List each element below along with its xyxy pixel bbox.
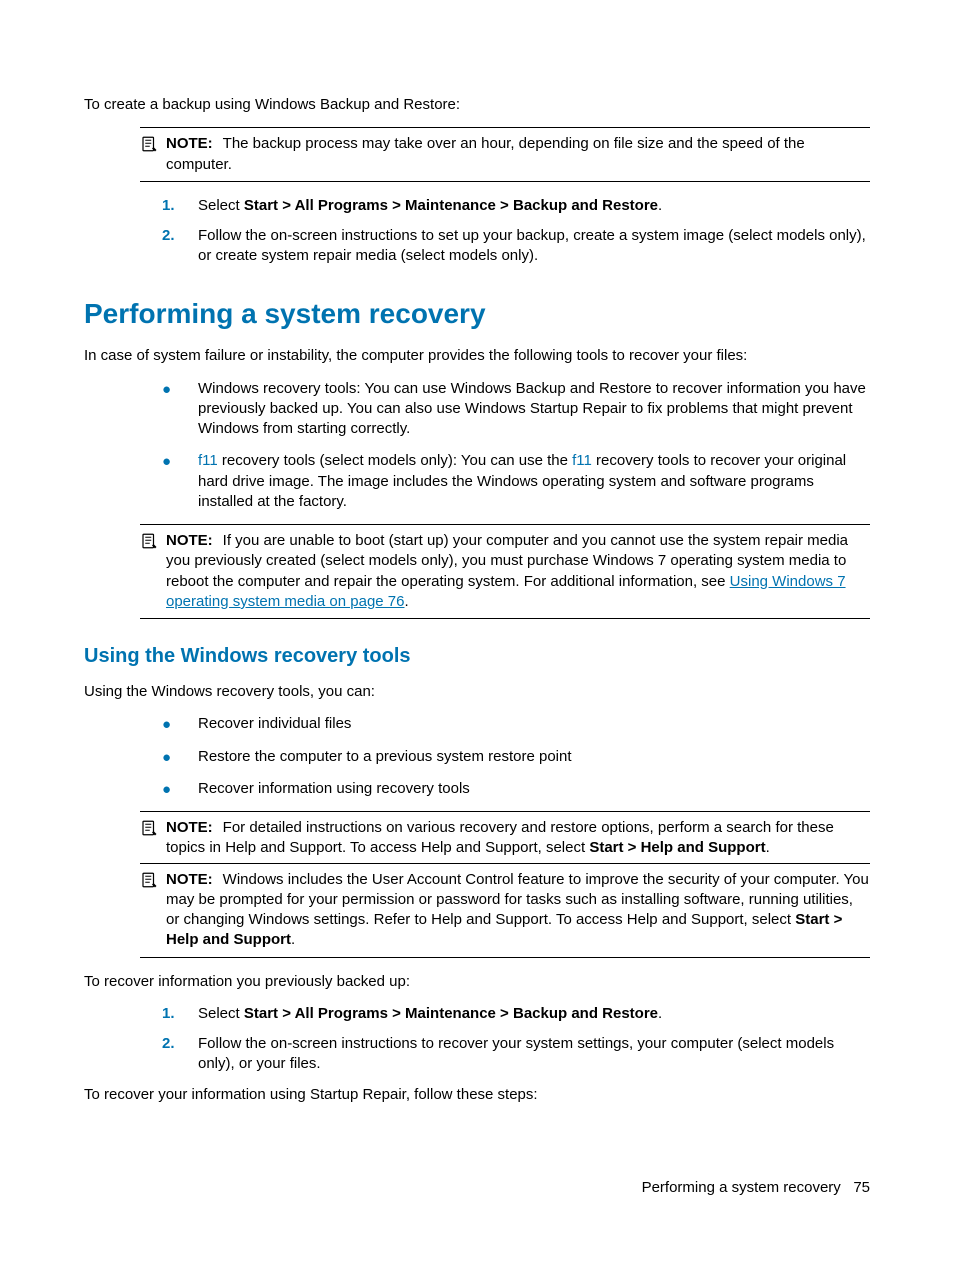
note-text: The backup process may take over an hour… — [166, 135, 805, 172]
text: Select — [198, 197, 244, 214]
bullet-list-2: ● Recover individual files ● Restore the… — [162, 714, 870, 799]
list-item: ● Recover information using recovery too… — [162, 779, 870, 799]
body-text: To recover information you previously ba… — [84, 972, 870, 992]
bullet-icon: ● — [162, 379, 198, 440]
text: Select — [198, 1005, 244, 1022]
list-text: Recover individual files — [198, 714, 870, 734]
steps-list-2: 1. Select Start > All Programs > Mainten… — [162, 1004, 870, 1075]
step-item: 2. Follow the on-screen instructions to … — [162, 226, 870, 267]
list-item: ● Recover individual files — [162, 714, 870, 734]
key-label: f11 — [198, 452, 218, 469]
step-item: 1. Select Start > All Programs > Mainten… — [162, 196, 870, 216]
step-number: 1. — [162, 196, 198, 216]
step-item: 1. Select Start > All Programs > Mainten… — [162, 1004, 870, 1024]
page-number: 75 — [853, 1179, 870, 1196]
note-box-1: NOTE:The backup process may take over an… — [140, 127, 870, 182]
note-label: NOTE: — [166, 532, 213, 549]
step-number: 1. — [162, 1004, 198, 1024]
text: . — [658, 197, 662, 214]
note-body: NOTE:The backup process may take over an… — [166, 134, 870, 175]
text: . — [658, 1005, 662, 1022]
list-text: Recover information using recovery tools — [198, 779, 870, 799]
text: . — [291, 931, 295, 948]
note-label: NOTE: — [166, 819, 213, 836]
bullet-icon: ● — [162, 451, 198, 512]
heading-2: Using the Windows recovery tools — [84, 643, 870, 670]
step-number: 2. — [162, 1034, 198, 1075]
body-text: To recover your information using Startu… — [84, 1085, 870, 1105]
document-page: To create a backup using Windows Backup … — [0, 0, 954, 1105]
note-body: NOTE:If you are unable to boot (start up… — [166, 531, 870, 612]
note-icon — [140, 134, 162, 175]
menu-path: Start > All Programs > Maintenance > Bac… — [244, 1005, 658, 1022]
footer-title: Performing a system recovery — [642, 1179, 841, 1196]
note-box-4: NOTE:Windows includes the User Account C… — [140, 863, 870, 958]
text: recovery tools (select models only): You… — [218, 452, 572, 469]
page-footer: Performing a system recovery 75 — [642, 1178, 870, 1198]
steps-list-1: 1. Select Start > All Programs > Mainten… — [162, 196, 870, 267]
note-label: NOTE: — [166, 871, 213, 888]
note-icon — [140, 870, 162, 951]
note-body: NOTE:Windows includes the User Account C… — [166, 870, 870, 951]
step-item: 2. Follow the on-screen instructions to … — [162, 1034, 870, 1075]
list-item: ● Restore the computer to a previous sys… — [162, 747, 870, 767]
list-text: Windows recovery tools: You can use Wind… — [198, 379, 870, 440]
list-item: ● Windows recovery tools: You can use Wi… — [162, 379, 870, 440]
bullet-list-1: ● Windows recovery tools: You can use Wi… — [162, 379, 870, 513]
step-text: Select Start > All Programs > Maintenanc… — [198, 196, 870, 216]
note-text: Windows includes the User Account Contro… — [166, 871, 869, 929]
bullet-icon: ● — [162, 779, 198, 799]
note-label: NOTE: — [166, 135, 213, 152]
key-label: f11 — [572, 452, 592, 469]
text: . — [404, 593, 408, 610]
menu-path: Start > Help and Support — [589, 839, 765, 856]
note-box-2: NOTE:If you are unable to boot (start up… — [140, 524, 870, 619]
note-icon — [140, 818, 162, 859]
list-text: Restore the computer to a previous syste… — [198, 747, 870, 767]
list-item: ● f11 recovery tools (select models only… — [162, 451, 870, 512]
body-text: In case of system failure or instability… — [84, 346, 870, 366]
bullet-icon: ● — [162, 747, 198, 767]
step-number: 2. — [162, 226, 198, 267]
step-text: Follow the on-screen instructions to set… — [198, 226, 870, 267]
body-text: Using the Windows recovery tools, you ca… — [84, 682, 870, 702]
bullet-icon: ● — [162, 714, 198, 734]
note-icon — [140, 531, 162, 612]
menu-path: Start > All Programs > Maintenance > Bac… — [244, 197, 658, 214]
step-text: Select Start > All Programs > Maintenanc… — [198, 1004, 870, 1024]
intro-text: To create a backup using Windows Backup … — [84, 95, 870, 115]
step-text: Follow the on-screen instructions to rec… — [198, 1034, 870, 1075]
list-text: f11 recovery tools (select models only):… — [198, 451, 870, 512]
note-body: NOTE:For detailed instructions on variou… — [166, 818, 870, 859]
note-box-3: NOTE:For detailed instructions on variou… — [140, 811, 870, 863]
text: . — [766, 839, 770, 856]
heading-1: Performing a system recovery — [84, 295, 870, 333]
